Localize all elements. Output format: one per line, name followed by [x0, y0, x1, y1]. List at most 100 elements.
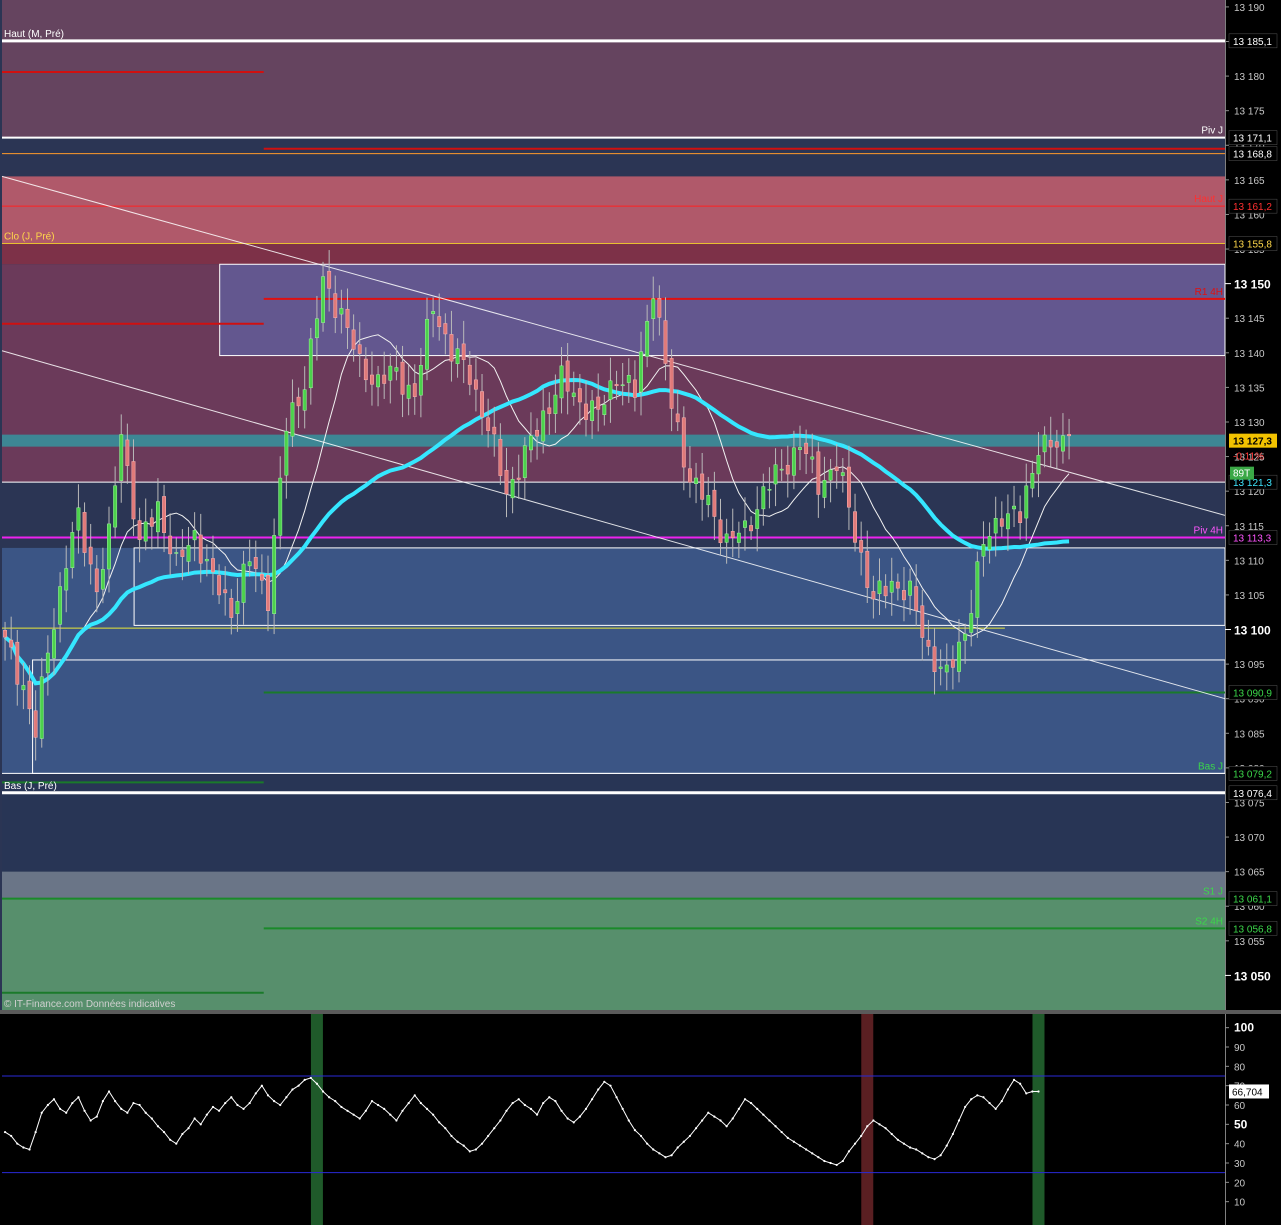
- candle-body: [492, 426, 497, 435]
- oscillator-point: [52, 1098, 56, 1101]
- oscillator-point: [535, 1113, 539, 1116]
- oscillator-point: [3, 1130, 7, 1134]
- candle-body: [718, 519, 723, 544]
- candle-body: [431, 311, 436, 315]
- oscillator-point: [352, 1113, 355, 1116]
- level-tag: 13 155,8: [1233, 240, 1272, 251]
- oscillator-point: [83, 1109, 86, 1112]
- oscillator-point: [291, 1088, 294, 1091]
- price-tick-label: 13 150: [1234, 278, 1271, 292]
- oscillator-point: [450, 1134, 453, 1138]
- candle-body: [889, 580, 894, 593]
- oscillator-point: [548, 1096, 551, 1099]
- oscillator-point: [835, 1163, 838, 1167]
- candle-body: [981, 544, 986, 557]
- oscillator-point: [193, 1117, 196, 1120]
- oscillator-point: [688, 1134, 692, 1138]
- candle-body: [247, 561, 252, 567]
- oscillator-point: [248, 1101, 251, 1105]
- oscillator-point: [10, 1134, 13, 1138]
- price-chart-svg[interactable]: Haut (M, Pré) Piv J Haut J Clo (J, Pré) R1 4…: [0, 0, 1281, 1225]
- oscillator-point: [364, 1109, 367, 1112]
- candle-body: [596, 396, 601, 410]
- candle-body: [969, 613, 974, 633]
- oscillator-point: [480, 1142, 484, 1145]
- candle-body: [162, 496, 166, 533]
- candle-body: [406, 384, 411, 399]
- oscillator-point: [224, 1101, 227, 1105]
- candle-body: [204, 558, 209, 562]
- candle-body: [1048, 439, 1053, 448]
- oscillator-point: [878, 1123, 881, 1126]
- level-tag: 13 076,4: [1233, 789, 1272, 800]
- oscillator-point: [187, 1127, 190, 1130]
- oscillator-point: [927, 1156, 930, 1159]
- price-tick-label: 13 180: [1234, 72, 1265, 83]
- candle-body: [198, 534, 203, 564]
- candle-body: [45, 652, 50, 674]
- price-tick-label: 13 075: [1234, 798, 1265, 809]
- oscillator-point: [334, 1100, 337, 1103]
- oscillator-point: [609, 1084, 612, 1087]
- candle-body: [321, 276, 325, 323]
- candle-body: [27, 680, 32, 710]
- candle-body: [993, 518, 998, 534]
- oscillator-point: [964, 1105, 967, 1109]
- candle-body: [1012, 505, 1016, 510]
- oscillator-point: [578, 1115, 581, 1118]
- candle-body: [88, 546, 93, 565]
- candle-body: [669, 358, 674, 409]
- level-tag: 13 090,9: [1233, 688, 1272, 699]
- oscillator-point: [701, 1119, 704, 1122]
- oscillator-point: [474, 1148, 478, 1151]
- candle-body: [944, 664, 949, 673]
- oscillator-point: [34, 1130, 37, 1134]
- oscillator-point: [77, 1096, 80, 1099]
- candle-body: [400, 361, 405, 395]
- oscillator-point: [768, 1119, 771, 1122]
- oscillator-point: [1000, 1100, 1003, 1103]
- oscillator-point: [811, 1152, 814, 1155]
- candle-body: [473, 379, 478, 390]
- oscillator-point: [523, 1103, 526, 1107]
- oscillator-point: [236, 1103, 239, 1107]
- oscillator-point: [309, 1076, 312, 1080]
- price-tick-label: 13 140: [1234, 349, 1265, 360]
- oscillator-point: [156, 1125, 160, 1128]
- oscillator-point: [872, 1119, 875, 1122]
- candle-body: [822, 480, 827, 498]
- candle-body: [639, 351, 643, 393]
- candle-body: [749, 525, 754, 532]
- level-tag: 13 121,3: [1233, 478, 1272, 489]
- price-tick-label: 13 145: [1234, 314, 1265, 325]
- candle-body: [1067, 434, 1071, 437]
- candle-body: [131, 461, 136, 520]
- candle-body: [541, 410, 546, 442]
- oscillator-tick-label: 50: [1234, 1117, 1248, 1131]
- price-tick-label: 13 105: [1234, 591, 1265, 602]
- oscillator-tick-label: 90: [1234, 1043, 1246, 1054]
- candle-body: [938, 666, 943, 669]
- oscillator-point: [444, 1127, 447, 1130]
- oscillator-point: [621, 1107, 624, 1110]
- oscillator-point: [181, 1132, 184, 1136]
- candle-body: [871, 591, 876, 600]
- oscillator-point: [260, 1084, 263, 1087]
- candle-body: [1054, 441, 1059, 448]
- oscillator-point: [1006, 1088, 1010, 1091]
- oscillator-point: [266, 1094, 270, 1097]
- oscillator-point: [346, 1109, 349, 1112]
- price-tick-label: 13 065: [1234, 868, 1265, 879]
- oscillator-point: [841, 1159, 844, 1163]
- oscillator-point: [1019, 1082, 1022, 1085]
- candle-body: [376, 374, 381, 388]
- candle-body: [700, 473, 705, 500]
- candle-body: [957, 641, 961, 672]
- oscillator-point: [908, 1146, 912, 1149]
- level-tag: 13 171,1: [1233, 134, 1272, 145]
- oscillator-point: [1037, 1090, 1040, 1093]
- oscillator-point: [438, 1121, 441, 1124]
- oscillator-point: [921, 1152, 924, 1155]
- candle-body: [180, 549, 185, 557]
- oscillator-point: [432, 1113, 435, 1116]
